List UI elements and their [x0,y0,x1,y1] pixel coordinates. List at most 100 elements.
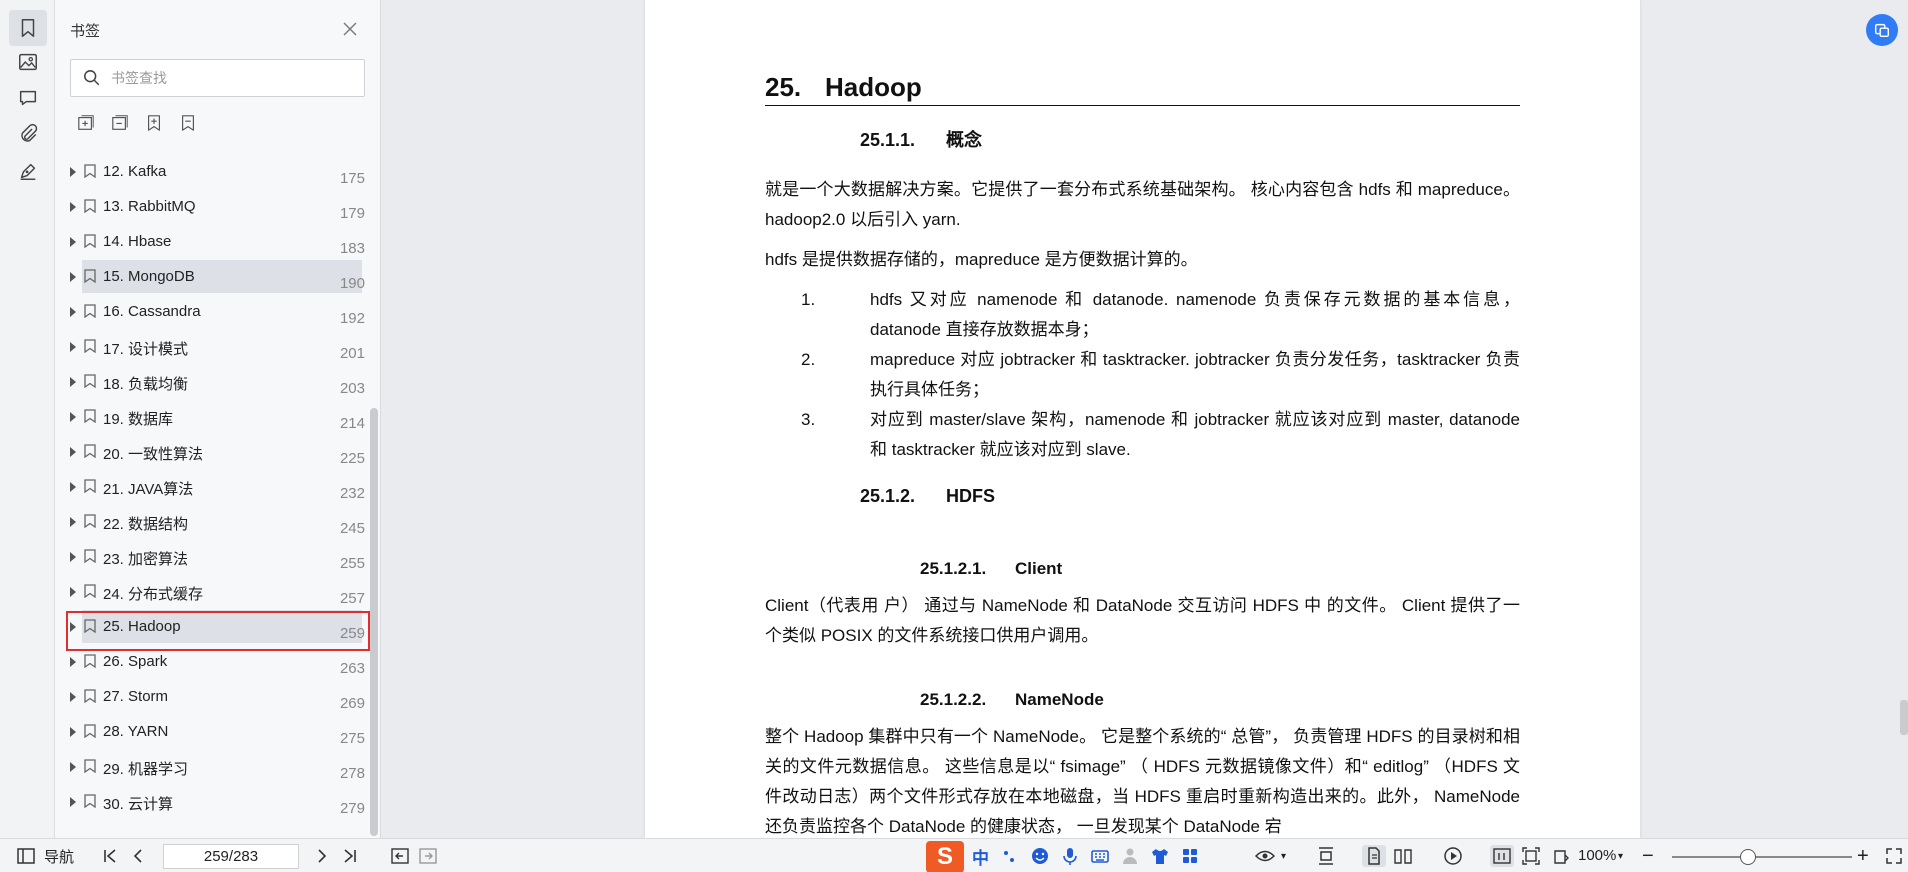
expand-caret-icon[interactable] [70,797,76,807]
continuous-scroll-button[interactable] [1316,845,1336,867]
expand-caret-icon[interactable] [70,482,76,492]
bookmark-item[interactable]: 12. Kafka 175 [55,154,365,189]
bookmark-scrollbar-thumb[interactable] [370,408,378,836]
bookmark-item[interactable]: 13. RabbitMQ 179 [55,189,365,224]
expand-all-button[interactable] [75,112,97,134]
expand-caret-icon[interactable] [70,377,76,387]
document-scrollbar-thumb[interactable] [1900,700,1908,735]
bookmark-item[interactable]: 28. YARN 275 [55,714,365,749]
ime-punctuation-button[interactable] [1000,845,1020,867]
expand-caret-icon[interactable] [70,202,76,212]
expand-caret-icon[interactable] [70,342,76,352]
fullscreen-button[interactable] [1884,845,1904,867]
expand-caret-icon[interactable] [70,587,76,597]
expand-caret-icon[interactable] [70,412,76,422]
single-page-button[interactable] [1362,845,1386,867]
bookmark-item[interactable]: 29. 机器学习 278 [55,749,365,784]
bookmark-label: 16. Cassandra [103,303,201,320]
ime-keyboard-button[interactable] [1090,845,1110,867]
remove-bookmark-button[interactable] [177,112,199,134]
ime-emoji-button[interactable] [1030,845,1050,867]
zoom-slider-handle[interactable] [1739,849,1756,865]
forward-view-button[interactable] [418,845,438,867]
bookmark-icon [84,479,96,493]
ime-mode-toggle[interactable]: 中 [972,845,989,868]
bookmark-item[interactable]: 30. 云计算 279 [55,784,365,819]
expand-caret-icon[interactable] [70,762,76,772]
bookmark-item[interactable]: 27. Storm 269 [55,679,365,714]
bookmark-label: 12. Kafka [103,163,167,180]
chapter-heading: 25. Hadoop [765,72,1520,106]
zoom-in-button[interactable]: + [1857,845,1869,867]
two-page-button[interactable] [1393,845,1413,867]
shirt-icon [1152,849,1168,864]
chevron-left-icon [133,849,142,863]
fit-page-button[interactable] [1521,845,1541,867]
signature-panel-button[interactable] [9,153,47,189]
bookmark-item[interactable]: 20. 一致性算法 225 [55,434,365,469]
bookmark-item[interactable]: 18. 负载均衡 203 [55,364,365,399]
back-view-button[interactable] [390,845,410,867]
bookmark-page-number: 257 [339,590,365,607]
bookmark-item[interactable]: 23. 加密算法 255 [55,539,365,574]
bookmark-item[interactable]: 17. 设计模式 201 [55,329,365,364]
bookmark-item[interactable]: 19. 数据库 214 [55,399,365,434]
bookmark-item[interactable]: 24. 分布式缓存 257 [55,574,365,609]
previous-page-button[interactable] [128,845,148,867]
eye-protection-button[interactable] [1255,845,1275,867]
rotate-page-button[interactable] [1551,845,1571,867]
bookmark-label: 26. Spark [103,653,168,670]
bookmark-icon [84,584,96,598]
bookmark-item[interactable]: 14. Hbase 183 [55,224,365,259]
two-page-icon [1394,849,1412,864]
remove-bookmark-icon [182,115,194,131]
paragraph: 整个 Hadoop 集群中只有一个 NameNode。 它是整个系统的“ 总管”… [765,727,1520,836]
bookmark-item[interactable]: 16. Cassandra 192 [55,294,365,329]
expand-caret-icon[interactable] [70,272,76,282]
eye-mode-dropdown[interactable]: ▾ [1281,845,1286,867]
scroll-layout-icon [1319,847,1333,865]
bookmark-item[interactable]: 15. MongoDB 190 [55,259,365,294]
bookmark-search-input[interactable] [111,70,351,86]
last-page-button[interactable] [340,845,360,867]
expand-caret-icon[interactable] [70,167,76,177]
close-panel-button[interactable] [339,18,361,40]
expand-caret-icon[interactable] [70,552,76,562]
expand-caret-icon[interactable] [70,657,76,667]
image-panel-button[interactable] [9,44,47,80]
first-page-button[interactable] [100,845,120,867]
bookmark-page-number: 214 [339,415,365,432]
floating-tool-button[interactable] [1866,14,1898,46]
ime-toolbox-button[interactable] [1180,845,1200,867]
bookmark-page-number: 201 [339,345,365,362]
page-number-input[interactable] [163,844,299,869]
ime-user-button[interactable] [1120,845,1140,867]
fit-page-icon [1522,847,1540,865]
collapse-all-button[interactable] [109,112,131,134]
ime-skin-button[interactable] [1150,845,1170,867]
expand-caret-icon[interactable] [70,447,76,457]
bookmark-item[interactable]: 22. 数据结构 245 [55,504,365,539]
expand-caret-icon[interactable] [70,237,76,247]
attachment-panel-button[interactable] [9,116,47,152]
navigation-toggle-button[interactable]: 导航 [16,845,74,867]
actual-size-button[interactable] [1490,845,1514,867]
bookmark-panel-button[interactable] [9,10,47,46]
expand-caret-icon[interactable] [70,692,76,702]
comment-panel-button[interactable] [9,80,47,116]
zoom-level[interactable]: 100% [1578,847,1616,864]
zoom-dropdown[interactable]: ▾ [1618,845,1623,867]
next-page-button[interactable] [312,845,332,867]
ime-logo-icon[interactable]: S [926,841,964,872]
ime-voice-button[interactable] [1060,845,1080,867]
expand-caret-icon[interactable] [70,727,76,737]
zoom-slider[interactable] [1672,856,1852,858]
bookmark-item[interactable]: 21. JAVA算法 232 [55,469,365,504]
expand-caret-icon[interactable] [70,307,76,317]
play-slideshow-button[interactable] [1443,845,1463,867]
zoom-out-button[interactable]: − [1642,845,1654,867]
add-bookmark-button[interactable] [143,112,165,134]
expand-caret-icon[interactable] [70,517,76,527]
bookmark-icon [84,444,96,458]
paragraph: 就是一个大数据解决方案。它提供了一套分布式系统基础架构。 核心内容包含 hdfs… [765,180,1520,229]
